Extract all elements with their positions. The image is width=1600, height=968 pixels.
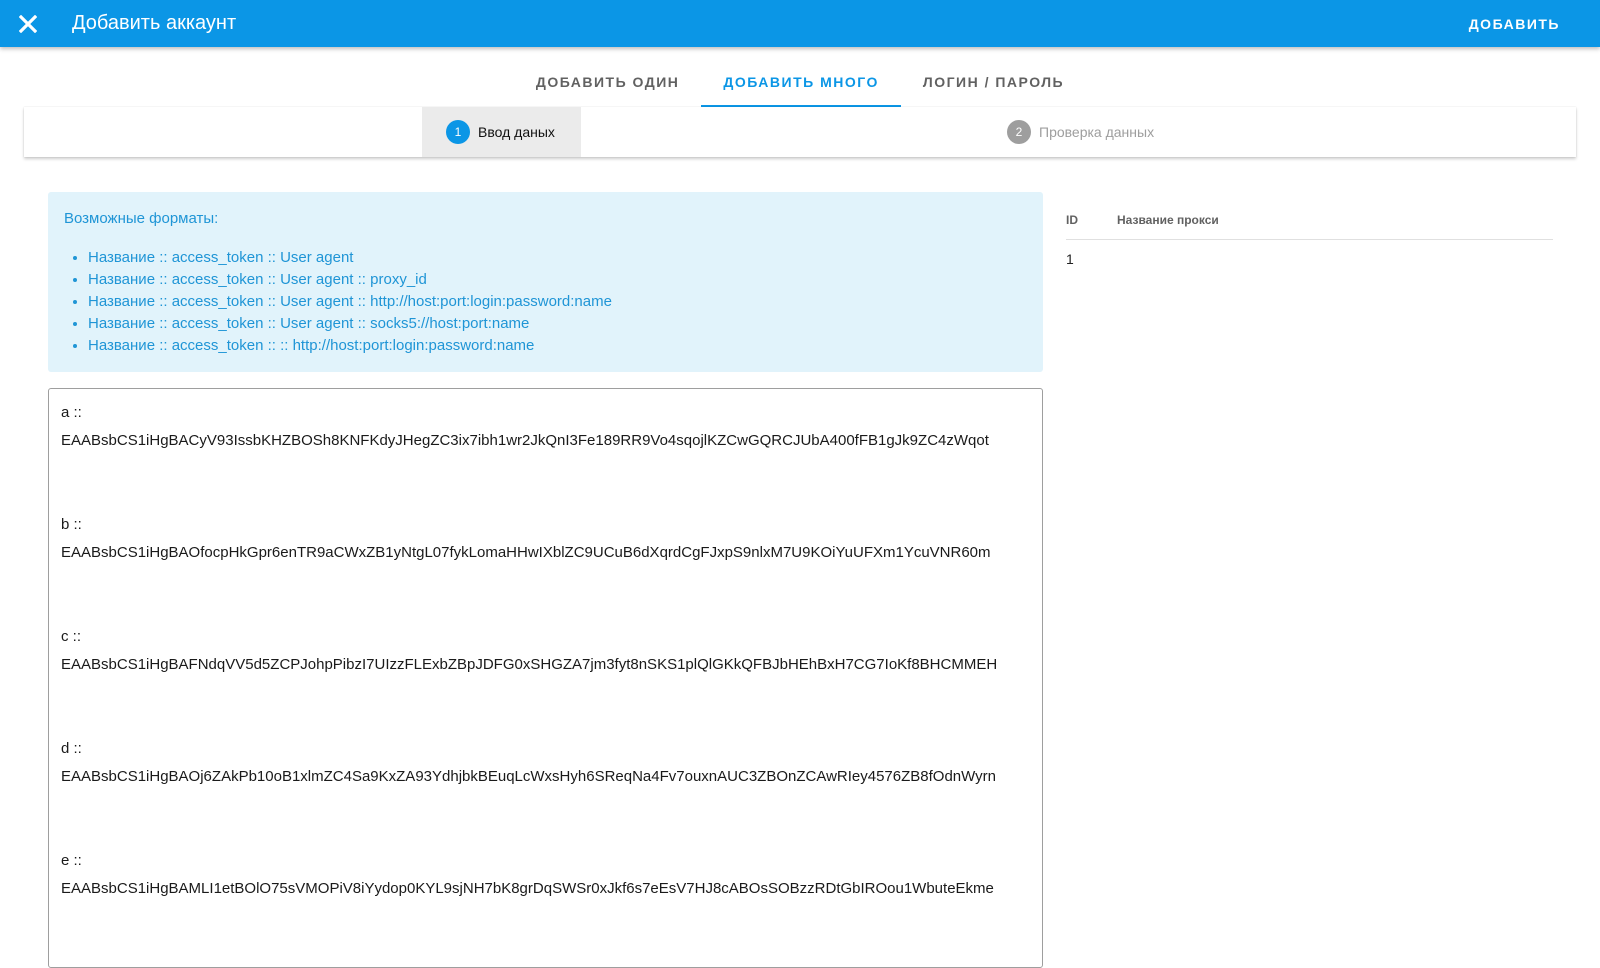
format-item: Название :: access_token :: User agent :… <box>88 313 1027 335</box>
step-label: Ввод даных <box>478 124 555 140</box>
format-item: Название :: access_token :: User agent :… <box>88 269 1027 291</box>
step-number-badge: 2 <box>1007 120 1031 144</box>
step-data-input[interactable]: 1 Ввод даных <box>422 107 581 157</box>
tab-add-many[interactable]: ДОБАВИТЬ МНОГО <box>701 47 902 107</box>
column-header-id: ID <box>1066 212 1078 227</box>
account-name: e :: <box>61 852 82 869</box>
table-row[interactable]: 1 <box>1066 240 1553 278</box>
account-name: a :: <box>61 404 82 421</box>
account-token: EAABsbCS1iHgBAFNdqVV5d5ZCPJohpPibzI7UIzz… <box>61 656 998 673</box>
step-data-check[interactable]: 2 Проверка данных <box>983 107 1183 157</box>
account-token: EAABsbCS1iHgBAMLI1etBOlO75sVMOPiV8iYydop… <box>61 880 994 897</box>
account-name: d :: <box>61 740 82 757</box>
accounts-textarea[interactable]: a :: EAABsbCS1iHgBACyV93IssbKHZBOSh8KNFK… <box>48 388 1043 968</box>
tab-login-password[interactable]: ЛОГИН / ПАРОЛЬ <box>901 47 1086 107</box>
step-label: Проверка данных <box>1039 124 1155 140</box>
column-header-proxy-name: Название прокси <box>1117 212 1219 227</box>
account-name: b :: <box>61 516 82 533</box>
account-entry: e :: EAABsbCS1iHgBAMLI1etBOlO75sVMOPiV8i… <box>61 847 1030 959</box>
account-token: EAABsbCS1iHgBAOfocpHkGpr6enTR9aCWxZB1yNt… <box>61 544 991 561</box>
dialog-title: Добавить аккаунт <box>72 12 237 34</box>
tab-bar: ДОБАВИТЬ ОДИН ДОБАВИТЬ МНОГО ЛОГИН / ПАР… <box>0 47 1600 107</box>
close-button[interactable] <box>0 0 56 47</box>
tab-add-one[interactable]: ДОБАВИТЬ ОДИН <box>514 47 702 107</box>
stepper: 1 Ввод даных 2 Проверка данных <box>24 107 1576 157</box>
formats-info-box: Возможные форматы: Название :: access_to… <box>48 192 1043 372</box>
account-name: c :: <box>61 628 82 645</box>
close-icon <box>19 14 37 33</box>
format-item: Название :: access_token :: User agent <box>88 247 1027 269</box>
account-entry: b :: EAABsbCS1iHgBAOfocpHkGpr6enTR9aCWxZ… <box>61 511 1030 623</box>
format-item: Название :: access_token :: User agent :… <box>88 291 1027 313</box>
formats-title: Возможные форматы: <box>64 210 219 227</box>
account-token: EAABsbCS1iHgBAOj6ZAkPb10oB1xlmZC4Sa9KxZA… <box>61 768 997 785</box>
account-entry: a :: EAABsbCS1iHgBACyV93IssbKHZBOSh8KNFK… <box>61 399 1030 511</box>
cell-id: 1 <box>1066 251 1074 267</box>
account-entry: c :: EAABsbCS1iHgBAFNdqVV5d5ZCPJohpPibzI… <box>61 623 1030 735</box>
add-button[interactable]: ДОБАВИТЬ <box>1469 16 1560 32</box>
formats-list: Название :: access_token :: User agent Н… <box>64 247 1027 357</box>
account-token: EAABsbCS1iHgBACyV93IssbKHZBOSh8KNFKdyJHe… <box>61 432 989 449</box>
table-header: ID Название прокси <box>1066 200 1553 240</box>
step-number-badge: 1 <box>446 120 470 144</box>
proxy-table: ID Название прокси 1 <box>1066 200 1553 278</box>
app-bar: Добавить аккаунт ДОБАВИТЬ <box>0 0 1600 47</box>
account-entry: d :: EAABsbCS1iHgBAOj6ZAkPb10oB1xlmZC4Sa… <box>61 735 1030 847</box>
format-item: Название :: access_token :: :: http://ho… <box>88 335 1027 357</box>
